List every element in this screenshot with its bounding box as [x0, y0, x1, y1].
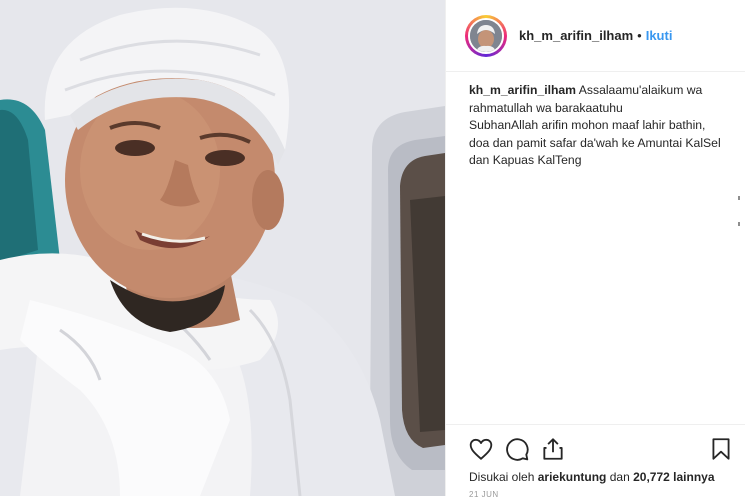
- follow-button[interactable]: Ikuti: [646, 28, 673, 43]
- caption-line: SubhanAllah arifin mohon maaf lahir bath…: [469, 118, 706, 132]
- action-bar: [446, 424, 745, 464]
- caption-username[interactable]: kh_m_arifin_ilham: [469, 83, 576, 97]
- likes-summary: Disukai oleh ariekuntung dan 20,772 lain…: [469, 470, 715, 484]
- caption-line: kh_m_arifin_ilham Assalaamu'alaikum wa: [469, 82, 732, 100]
- likes-prefix: Disukai oleh: [469, 470, 535, 484]
- likes-middle: dan: [609, 470, 630, 484]
- likes-suffix[interactable]: lainnya: [673, 470, 714, 484]
- likes-count[interactable]: 20,772: [633, 470, 670, 484]
- post-photo[interactable]: [0, 0, 445, 496]
- caption-line: dan Kapuas KalTeng: [469, 153, 582, 167]
- post-header: kh_m_arifin_ilham • Ikuti: [446, 0, 745, 72]
- post-side-panel: kh_m_arifin_ilham • Ikuti kh_m_arifin_il…: [445, 0, 745, 499]
- scroll-indicator: [738, 196, 740, 200]
- selfie-image: [0, 0, 445, 496]
- caption-line: doa dan pamit safar da'wah ke Amuntai Ka…: [469, 135, 721, 150]
- share-icon[interactable]: [540, 436, 566, 462]
- scroll-indicator: [738, 222, 740, 226]
- header-username[interactable]: kh_m_arifin_ilham: [519, 28, 633, 43]
- avatar-image: [470, 19, 502, 52]
- instagram-post: kh_m_arifin_ilham • Ikuti kh_m_arifin_il…: [0, 0, 745, 499]
- comment-icon[interactable]: [504, 436, 530, 462]
- post-date[interactable]: 21 JUN: [469, 490, 499, 499]
- bookmark-icon[interactable]: [708, 436, 734, 462]
- story-ring[interactable]: [465, 14, 507, 57]
- caption-line: rahmatullah wa barakaatuhu: [469, 100, 623, 115]
- header-separator: •: [637, 28, 642, 43]
- post-caption: kh_m_arifin_ilham Assalaamu'alaikum wa r…: [446, 72, 745, 170]
- caption-text: Assalaamu'alaikum wa: [578, 83, 703, 97]
- liked-by-user[interactable]: ariekuntung: [538, 470, 607, 484]
- heart-icon[interactable]: [468, 436, 494, 462]
- avatar[interactable]: [468, 17, 504, 54]
